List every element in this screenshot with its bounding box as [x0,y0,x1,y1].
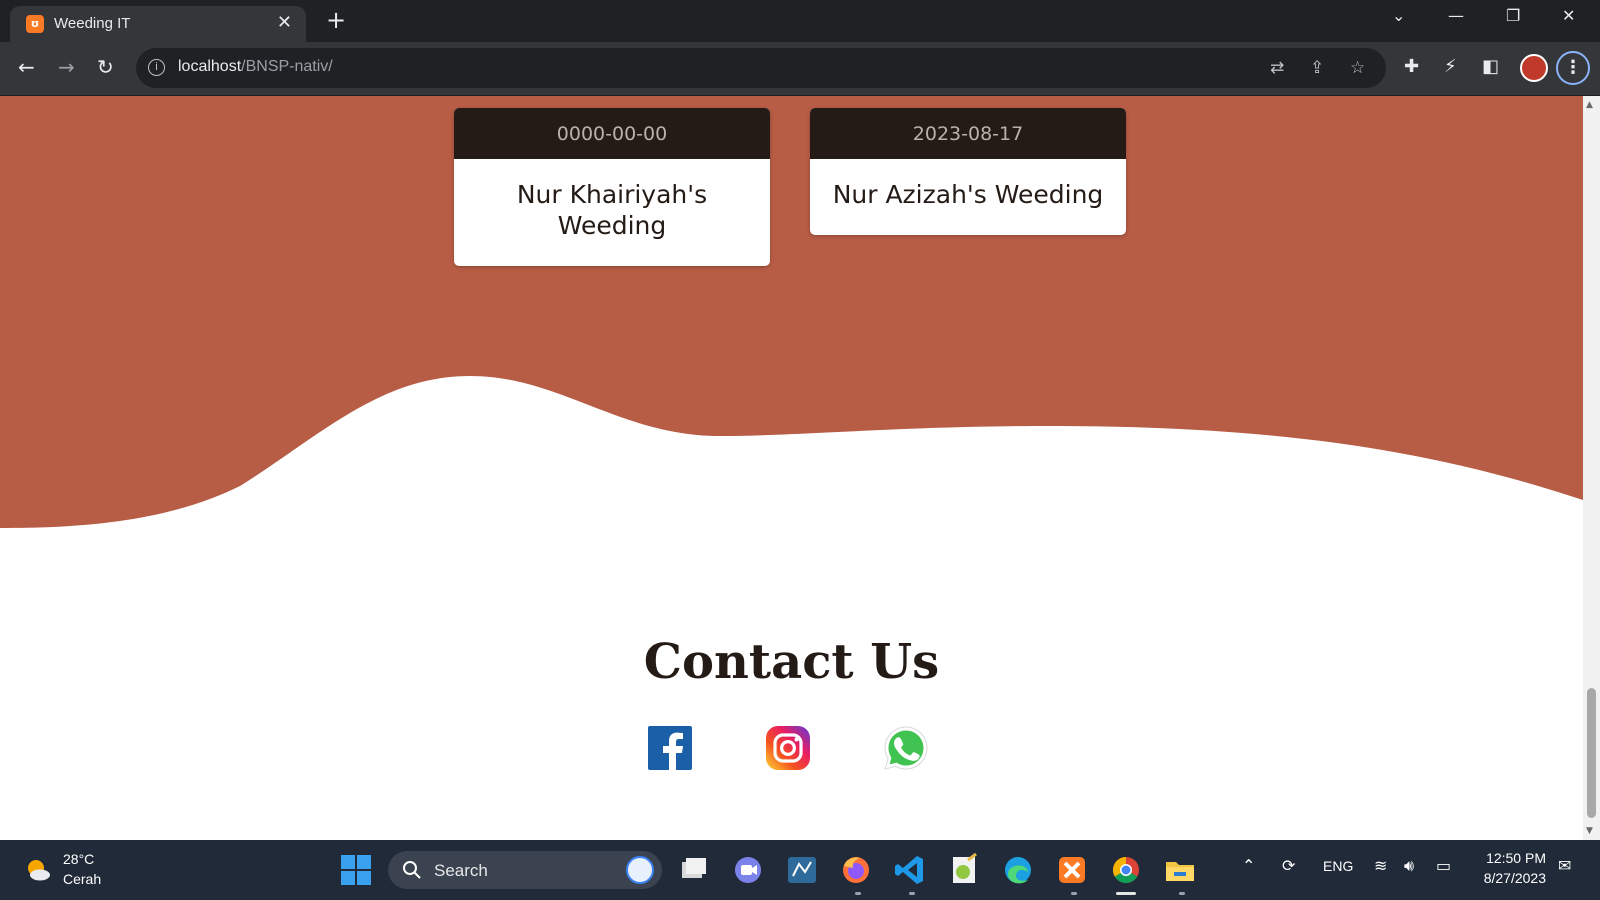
contact-title: Contact Us [643,634,940,690]
browser-tab[interactable]: ʊ Weeding IT ✕ [10,6,306,42]
translate-icon[interactable]: ⇄ [1270,58,1284,78]
teams-chat-icon[interactable] [730,852,766,888]
whatsapp-icon[interactable] [882,724,930,772]
close-window-button[interactable]: ✕ [1562,6,1575,25]
reload-button[interactable]: ↻ [97,56,114,78]
running-indicator [909,892,915,895]
system-clock[interactable]: 12:50 PM 8/27/2023 [1470,850,1546,886]
running-indicator [855,892,861,895]
scroll-down-arrow-icon[interactable]: ▼ [1586,826,1593,836]
page-viewport: 0000-00-00 Nur Khairiyah's Weeding 2023-… [0,96,1583,840]
bookmark-star-icon[interactable]: ☆ [1350,58,1365,78]
mysql-workbench-icon[interactable] [784,852,820,888]
new-tab-button[interactable]: + [326,6,346,34]
firefox-icon[interactable] [838,852,874,888]
vscode-icon[interactable] [892,852,928,888]
clock-time: 12:50 PM [1486,850,1546,866]
facebook-icon[interactable] [646,724,694,772]
taskbar-search[interactable]: Search [388,851,662,889]
event-card[interactable]: 2023-08-17 Nur Azizah's Weeding [810,108,1126,235]
side-panel-icon[interactable]: ◧ [1482,56,1499,77]
event-date: 0000-00-00 [454,108,770,159]
notifications-icon[interactable]: ✉ [1558,856,1571,875]
running-indicator [1071,892,1077,895]
browser-toolbar: ← → ↻ i localhost/BNSP-nativ/ ⇄ ⇪ ☆ ✚ ⚡ … [0,42,1600,96]
windows-taskbar: 28°C Cerah Search ⌃ ⟳ ENG ≋ 🔊︎ ▭ 12:50 P… [0,840,1600,900]
tab-strip: ʊ Weeding IT ✕ + ⌄ — ❐ ✕ [0,0,1600,42]
edge-icon[interactable] [1000,852,1036,888]
scroll-thumb[interactable] [1587,688,1596,818]
tab-close-icon[interactable]: ✕ [277,12,292,34]
notepad-plus-plus-icon[interactable] [946,852,982,888]
weather-partly-cloudy-icon[interactable] [24,856,52,884]
search-icon [403,861,421,879]
scroll-up-arrow-icon[interactable]: ▲ [1586,100,1593,110]
tab-search-chevron-icon[interactable]: ⌄ [1392,6,1405,25]
instagram-icon[interactable] [764,724,812,772]
xampp-favicon-icon: ʊ [26,15,44,33]
tab-title: Weeding IT [54,15,131,32]
wifi-icon[interactable]: ≋ [1374,856,1387,875]
chrome-icon[interactable] [1108,852,1144,888]
active-indicator [1116,892,1136,895]
weather-temperature: 28°C [63,851,95,867]
event-title: Nur Khairiyah's Weeding [516,180,708,240]
task-view-icon[interactable] [676,852,712,888]
address-bar[interactable]: i localhost/BNSP-nativ/ ⇄ ⇪ ☆ [136,48,1386,88]
bing-icon[interactable] [626,856,654,884]
site-info-icon[interactable]: i [148,59,165,76]
page-scrollbar[interactable]: ▲ ▼ [1583,96,1600,840]
share-icon[interactable]: ⇪ [1310,58,1324,78]
weather-description: Cerah [63,871,102,887]
minimize-button[interactable]: — [1448,6,1464,25]
xampp-icon[interactable] [1054,852,1090,888]
back-button[interactable]: ← [18,56,35,78]
profile-avatar[interactable] [1520,54,1548,82]
show-hidden-icons-chevron-icon[interactable]: ⌃ [1242,856,1255,875]
clock-date: 8/27/2023 [1483,870,1546,886]
volume-icon[interactable]: 🔊︎ [1404,856,1414,876]
event-card[interactable]: 0000-00-00 Nur Khairiyah's Weeding [454,108,770,266]
language-indicator[interactable]: ENG [1323,858,1353,874]
battery-icon[interactable]: ▭ [1436,856,1451,875]
chrome-menu-button[interactable]: ⋮ [1556,51,1590,85]
event-title: Nur Azizah's Weeding [832,180,1104,209]
performance-icon[interactable]: ⚡ [1444,56,1457,77]
sync-icon[interactable]: ⟳ [1282,856,1295,875]
event-date: 2023-08-17 [810,108,1126,159]
restore-button[interactable]: ❐ [1506,6,1520,25]
search-label: Search [434,861,488,880]
running-indicator [1179,892,1185,895]
windows-start-icon[interactable] [338,852,374,888]
file-explorer-icon[interactable] [1162,852,1198,888]
extensions-puzzle-icon[interactable]: ✚ [1404,56,1419,77]
hero-wave-background [0,96,1583,528]
forward-button[interactable]: → [58,56,75,78]
url-text[interactable]: localhost/BNSP-nativ/ [178,58,333,76]
